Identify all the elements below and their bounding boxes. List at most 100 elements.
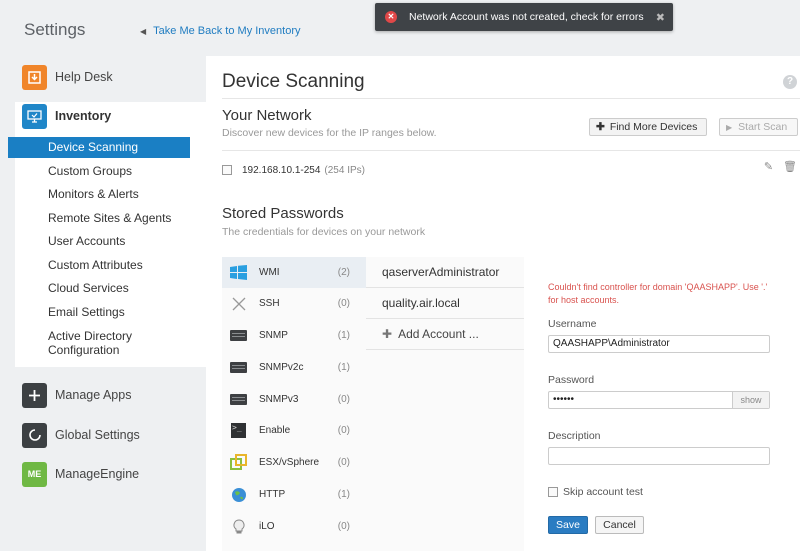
description-label: Description — [548, 430, 601, 442]
find-more-devices-button[interactable]: ✚ Find More Devices — [589, 118, 707, 136]
sidebar-sub-custom-groups[interactable]: Custom Groups — [8, 161, 190, 182]
help-icon[interactable]: ? — [783, 75, 797, 89]
credential-type-count: (0) — [337, 394, 350, 405]
description-input[interactable] — [548, 447, 770, 465]
credential-type-ilo[interactable]: iLO (0) — [222, 511, 366, 542]
credential-type-ssh[interactable]: SSH (0) — [222, 288, 366, 319]
sidebar-label-manage-apps: Manage Apps — [55, 388, 132, 402]
sidebar-sub-device-scanning[interactable]: Device Scanning — [8, 137, 190, 158]
windows-icon — [230, 264, 247, 281]
back-to-inventory-link[interactable]: ◀ Take Me Back to My Inventory — [140, 25, 301, 37]
credential-type-count: (0) — [337, 425, 350, 436]
your-network-subtitle: Discover new devices for the IP ranges b… — [222, 127, 437, 139]
credential-type-snmp[interactable]: SNMP (1) — [222, 320, 366, 351]
account-item[interactable]: quality.air.local — [366, 288, 524, 319]
stored-passwords-title: Stored Passwords — [222, 205, 344, 222]
divider — [222, 98, 800, 99]
credential-type-wmi[interactable]: WMI (2) — [222, 257, 366, 288]
divider — [222, 150, 800, 151]
plus-icon: ✚ — [382, 327, 393, 341]
sidebar-sub-remote-sites-agents[interactable]: Remote Sites & Agents — [8, 208, 190, 229]
credential-type-name: HTTP — [259, 489, 286, 500]
network-range-row[interactable]: 192.168.10.1-254 (254 IPs) ✎ 🗑 — [222, 160, 800, 180]
credential-type-count: (0) — [337, 298, 350, 309]
add-account-label: Add Account ... — [398, 327, 479, 341]
plus-icon — [22, 382, 47, 408]
sidebar-label-manageengine: ManageEngine — [55, 467, 140, 481]
sidebar-label-inventory: Inventory — [55, 109, 112, 123]
password-value: •••••• — [553, 394, 575, 405]
manageengine-logo-icon: ME — [22, 461, 47, 487]
close-icon[interactable]: ✖ — [656, 11, 665, 24]
help-desk-icon — [22, 64, 47, 90]
toast-message: Network Account was not created, check f… — [409, 11, 644, 23]
sidebar-label-global-settings: Global Settings — [55, 428, 140, 442]
credential-type-esx-vsphere[interactable]: ESX/vSphere (0) — [222, 447, 366, 478]
account-item[interactable]: qaserverAdministrator — [366, 257, 524, 288]
password-input[interactable]: •••••• show — [548, 391, 770, 409]
vsphere-icon — [230, 454, 247, 471]
credential-type-name: iLO — [259, 521, 275, 532]
password-label: Password — [548, 374, 595, 386]
main-content: Device Scanning ? Your Network Discover … — [206, 56, 800, 551]
credential-type-snmpv3[interactable]: SNMPv3 (0) — [222, 384, 366, 415]
trash-icon[interactable]: 🗑 — [783, 160, 797, 173]
show-password-button[interactable]: show — [732, 392, 769, 408]
sidebar-item-inventory[interactable]: Inventory — [22, 103, 111, 129]
save-button[interactable]: Save — [548, 516, 588, 534]
sidebar-item-help-desk[interactable]: Help Desk — [22, 64, 113, 90]
device-icon — [230, 359, 247, 376]
start-scan-button[interactable]: ▶ Start Scan — [719, 118, 798, 136]
credential-type-count: (1) — [337, 330, 350, 341]
credential-type-name: SSH — [259, 298, 280, 309]
sidebar-sub-user-accounts[interactable]: User Accounts — [8, 231, 190, 252]
back-arrow-icon: ◀ — [140, 26, 147, 36]
ssh-x-icon — [230, 295, 247, 312]
device-icon — [230, 391, 247, 408]
sidebar-sub-monitors-alerts[interactable]: Monitors & Alerts — [8, 184, 190, 205]
sidebar-sub-email-settings[interactable]: Email Settings — [8, 302, 190, 323]
credential-type-name: Enable — [259, 425, 291, 436]
username-input[interactable]: QAASHAPP\Administrator — [548, 335, 770, 353]
credential-type-http[interactable]: HTTP (1) — [222, 479, 366, 510]
credential-type-name: SNMPv3 — [259, 394, 299, 405]
sidebar-sub-cloud-services[interactable]: Cloud Services — [8, 278, 190, 299]
skip-account-test-label: Skip account test — [563, 486, 643, 498]
sidebar-item-manage-apps[interactable]: Manage Apps — [22, 382, 131, 408]
global-settings-icon — [22, 422, 47, 448]
add-account-button[interactable]: ✚ Add Account ... — [366, 319, 524, 350]
error-icon: ✕ — [385, 11, 397, 23]
skip-account-test-row[interactable]: Skip account test — [548, 486, 643, 498]
plus-icon: ✚ — [596, 121, 605, 133]
sidebar-sub-custom-attributes[interactable]: Custom Attributes — [8, 255, 190, 276]
your-network-title: Your Network — [222, 107, 312, 124]
credential-type-name: SNMPv2c — [259, 362, 304, 373]
edit-pencil-icon[interactable]: ✎ — [764, 160, 773, 173]
form-error-message: Couldn't find controller for domain 'QAA… — [548, 282, 768, 305]
monitor-icon — [22, 103, 47, 129]
credential-type-snmpv2c[interactable]: SNMPv2c (1) — [222, 352, 366, 383]
credential-type-enable[interactable]: >_ Enable (0) — [222, 415, 366, 446]
credential-type-count: (1) — [337, 489, 350, 500]
sidebar-sub-active-directory[interactable]: Active Directory Configuration — [8, 328, 158, 358]
skip-account-test-checkbox[interactable] — [548, 487, 558, 497]
network-range: 192.168.10.1-254 — [242, 164, 321, 176]
play-icon: ▶ — [726, 122, 733, 132]
credential-type-count: (2) — [337, 267, 350, 278]
back-link-label: Take Me Back to My Inventory — [153, 25, 301, 37]
sidebar-item-manageengine[interactable]: ME ManageEngine — [22, 461, 139, 487]
error-toast: ✕ Network Account was not created, check… — [375, 3, 673, 31]
stored-passwords-subtitle: The credentials for devices on your netw… — [222, 226, 426, 238]
sidebar-item-global-settings[interactable]: Global Settings — [22, 422, 140, 448]
cancel-button[interactable]: Cancel — [595, 516, 644, 534]
account-form: Couldn't find controller for domain 'QAA… — [524, 257, 800, 551]
device-icon — [230, 327, 247, 344]
credential-type-count: (0) — [337, 521, 350, 532]
sidebar-label-help-desk: Help Desk — [55, 70, 113, 84]
globe-icon — [230, 486, 247, 503]
network-range-checkbox[interactable] — [222, 165, 232, 175]
credential-type-name: ESX/vSphere — [259, 457, 320, 468]
app-title: Settings — [24, 20, 86, 39]
sidebar: Settings Help Desk Inventory Device Scan… — [0, 0, 206, 551]
network-range-count: (254 IPs) — [324, 164, 365, 176]
